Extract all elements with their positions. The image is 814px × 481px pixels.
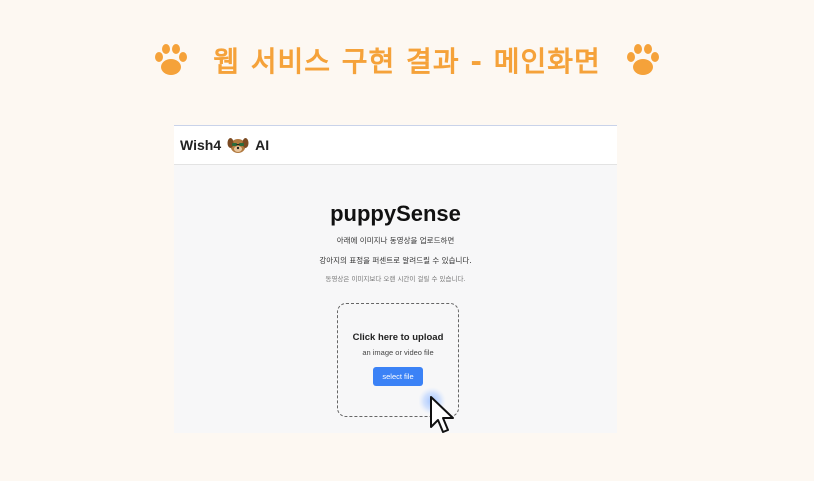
- app-screenshot: Wish4 AI puppySense 아래에 이미지나 동영상을 업로드하면 …: [174, 125, 617, 433]
- page-title: puppySense: [330, 201, 461, 226]
- description-note: 동영상은 이미지보다 오랜 시간이 걸릴 수 있습니다.: [325, 275, 466, 283]
- brand-right[interactable]: AI: [255, 137, 269, 153]
- slide-title: 웹 서비스 구현 결과 - 메인화면: [213, 45, 601, 78]
- select-file-button[interactable]: select file: [373, 367, 423, 386]
- upload-title: Click here to upload: [352, 332, 444, 343]
- paw-icon-right: [626, 44, 659, 75]
- description-line-2: 강아지의 표정을 퍼센트로 알려드릴 수 있습니다.: [319, 256, 472, 265]
- main-content: puppySense 아래에 이미지나 동영상을 업로드하면 강아지의 표정을 …: [174, 201, 617, 283]
- paw-icon-left: [155, 44, 188, 75]
- mouse-cursor-icon: [419, 387, 454, 433]
- upload-subtitle: an image or video file: [362, 348, 434, 357]
- slide-header: 웹 서비스 구현 결과 - 메인화면: [0, 40, 814, 80]
- brand-left[interactable]: Wish4: [180, 137, 221, 153]
- navbar: Wish4 AI: [174, 126, 617, 165]
- description-line-1: 아래에 이미지나 동영상을 업로드하면: [336, 236, 455, 245]
- dog-logo-icon: [227, 138, 249, 153]
